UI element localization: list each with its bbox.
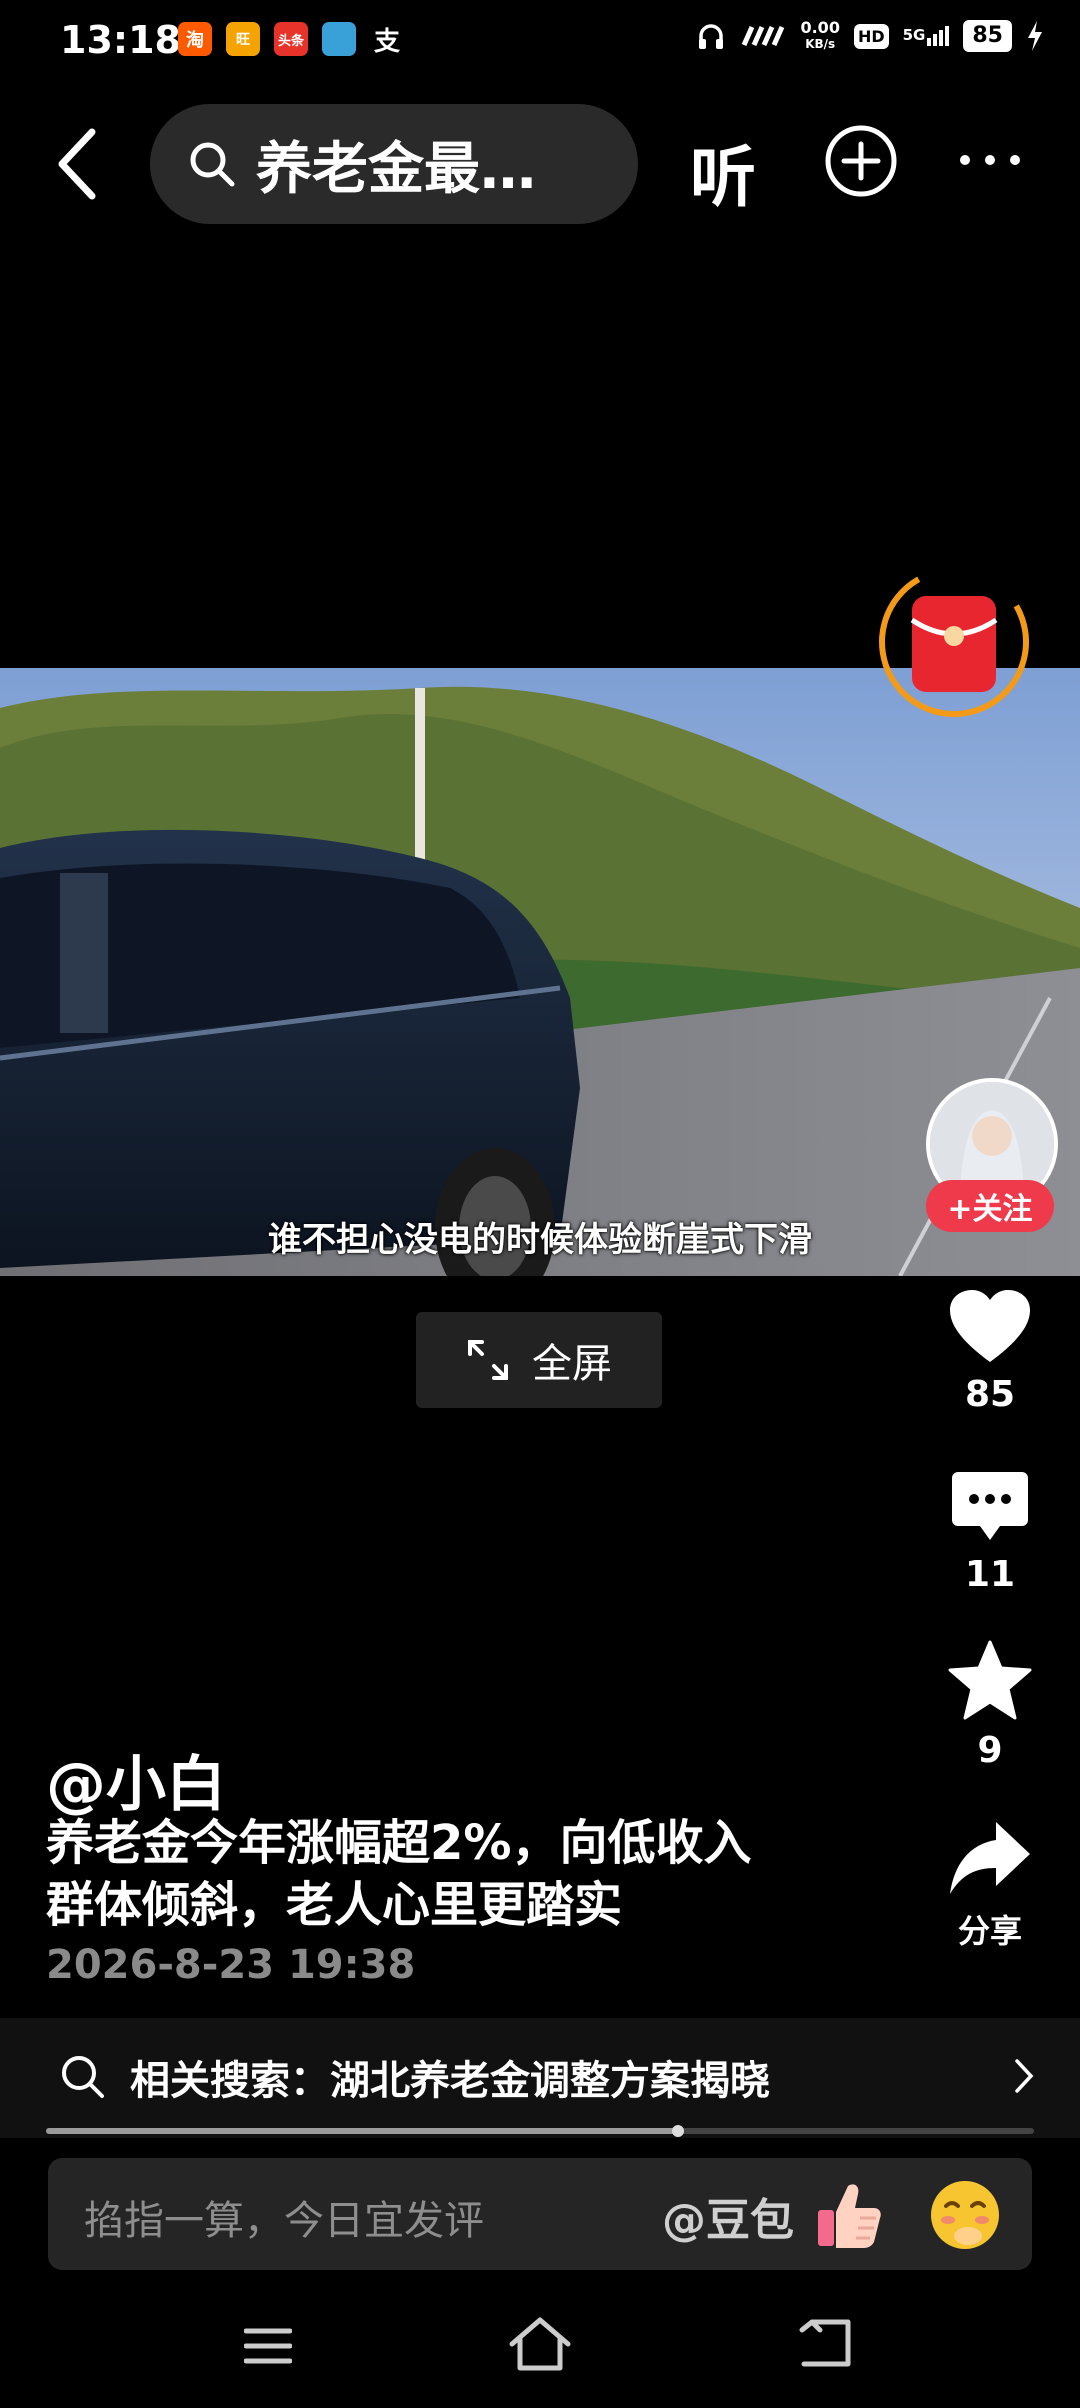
nav-home-button[interactable] [508, 2316, 572, 2372]
status-right: 0.00 KB/s HD 5G 85 [696, 20, 1044, 52]
comment-count: 11 [964, 1554, 1016, 1595]
favorite-count: 9 [977, 1730, 1003, 1771]
playback-progress-bar[interactable] [46, 2125, 1034, 2137]
taobao-icon: 淘 [178, 22, 212, 56]
more-options-button[interactable] [955, 150, 1025, 170]
comment-button[interactable]: 11 [930, 1470, 1050, 1595]
alipay-icon: 支 [373, 26, 400, 57]
battery-level: 85 [963, 20, 1012, 52]
carrier-icon [742, 25, 785, 47]
status-app-icons: 淘 旺 头条 支 [178, 22, 404, 57]
like-button[interactable]: 85 [930, 1288, 1050, 1415]
follow-button[interactable]: +关注 [926, 1180, 1054, 1232]
favorite-button[interactable]: 9 [930, 1640, 1050, 1771]
game-app-icon [322, 22, 356, 56]
share-arrow-icon [950, 1822, 1030, 1894]
heart-icon [950, 1290, 1030, 1362]
comment-bar[interactable]: 掐指一算，今日宜发评 @豆包 [48, 2158, 1032, 2270]
fullscreen-button[interactable]: 全屏 [416, 1312, 662, 1408]
net-speed: 0.00 KB/s [800, 18, 840, 52]
thumbs-up-emoji-icon[interactable] [810, 2176, 888, 2254]
mention-doubao-button[interactable]: @豆包 [662, 2184, 794, 2248]
expand-icon [468, 1340, 508, 1380]
post-time: 2026-8-23 19:38 [46, 1942, 416, 1988]
post-caption: 养老金今年涨幅超2%，向低收入 群体倾斜，老人心里更踏实 [46, 1812, 846, 1936]
comment-icon [952, 1472, 1028, 1540]
search-icon [190, 142, 235, 187]
search-icon [62, 2056, 104, 2098]
like-count: 85 [964, 1374, 1016, 1415]
nav-menu-button[interactable] [244, 2326, 292, 2366]
star-icon [948, 1640, 1032, 1720]
comment-input[interactable]: 掐指一算，今日宜发评 [84, 2188, 484, 2246]
charging-icon [1028, 21, 1042, 51]
video-subtitle: 谁不担心没电的时候体验断崖式下滑 [268, 1220, 812, 1260]
search-query: 养老金最… [256, 136, 536, 202]
video-player[interactable] [0, 668, 1080, 1276]
signal-icon: 5G [903, 26, 950, 46]
red-packet-icon[interactable] [876, 564, 1032, 720]
chevron-right-icon [1015, 2059, 1034, 2093]
headphone-icon [699, 24, 724, 49]
progress-fill [46, 2128, 679, 2134]
related-search-text: 相关搜索：湖北养老金调整方案揭晓 [130, 2058, 770, 2104]
author-name[interactable]: @小白 [46, 1736, 226, 1823]
back-button[interactable] [50, 124, 110, 204]
search-bar[interactable]: 养老金最… [150, 104, 638, 224]
nav-back-button[interactable] [798, 2318, 852, 2368]
video-frame [0, 668, 1080, 1276]
listen-button[interactable]: 听 [690, 124, 756, 220]
caption-line: 群体倾斜，老人心里更踏实 [46, 1877, 623, 1933]
share-label: 分享 [957, 1912, 1022, 1950]
wangwang-icon: 旺 [226, 22, 260, 56]
shy-emoji-icon[interactable] [926, 2176, 1004, 2254]
caption-line: 养老金今年涨幅超2%，向低收入 [46, 1815, 752, 1871]
add-button[interactable] [824, 124, 898, 198]
status-time: 13:18 [60, 18, 181, 62]
related-search-bar[interactable]: 相关搜索：湖北养老金调整方案揭晓 [0, 2018, 1080, 2138]
share-button[interactable]: 分享 [930, 1820, 1050, 1952]
fullscreen-label: 全屏 [532, 1341, 612, 1387]
hd-icon: HD [853, 23, 889, 49]
toutiao-icon: 头条 [274, 22, 308, 56]
